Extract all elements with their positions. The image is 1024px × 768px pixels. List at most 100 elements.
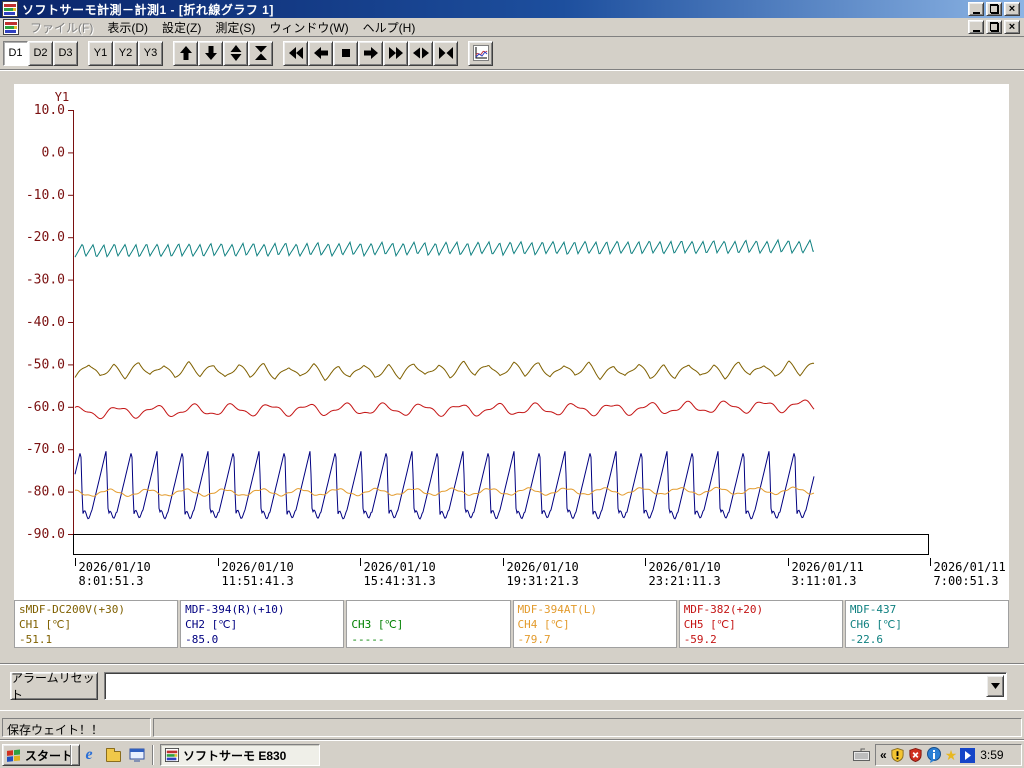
rewind-icon: [288, 47, 303, 59]
step-right-button[interactable]: [358, 40, 383, 66]
channel-value: -----: [351, 633, 385, 646]
start-label: スタート: [25, 748, 74, 763]
svg-text:15:41:31.3: 15:41:31.3: [364, 574, 436, 588]
clock: 3:59: [980, 748, 1004, 762]
compress-horizontal-icon: [438, 47, 453, 59]
status-message: 保存ウェイト！！: [2, 718, 151, 737]
svg-text:11:51:41.3: 11:51:41.3: [222, 574, 294, 588]
svg-text:2026/01/11: 2026/01/11: [792, 560, 864, 574]
child-close-button[interactable]: ×: [1004, 20, 1020, 34]
menu-bar: ファイル(F) 表示(D) 設定(Z) 測定(S) ウィンドウ(W) ヘルプ(H…: [0, 18, 1024, 37]
fast-forward-button[interactable]: [383, 40, 408, 66]
menu-window[interactable]: ウィンドウ(W): [262, 17, 355, 38]
minimize-button[interactable]: [968, 2, 984, 16]
expand-vertical-button[interactable]: [223, 40, 248, 66]
svg-text:2026/01/10: 2026/01/10: [79, 560, 151, 574]
svg-text:-30.0: -30.0: [26, 273, 65, 288]
internet-explorer-icon[interactable]: e: [80, 746, 98, 764]
svg-text:7:00:51.3: 7:00:51.3: [934, 574, 999, 588]
svg-text:0.0: 0.0: [42, 145, 65, 160]
chevron-down-icon: [990, 683, 1000, 689]
arrow-right-icon: [363, 47, 378, 59]
app-icon: [2, 1, 18, 17]
channel-name: sMDF-DC200V(+30): [19, 603, 125, 616]
legend-cell-ch6: MDF-437 CH6 [℃] -22.6: [844, 600, 1010, 648]
close-button[interactable]: ×: [1004, 2, 1020, 16]
d3-button[interactable]: D3: [53, 40, 78, 66]
desktop-window-icon: [129, 748, 145, 762]
channel-name: MDF-437: [849, 603, 897, 616]
rewind-button[interactable]: [283, 40, 308, 66]
svg-text:Y1: Y1: [55, 90, 69, 104]
alarm-reset-button[interactable]: アラームリセット: [10, 671, 98, 702]
menu-measure[interactable]: 測定(S): [208, 17, 262, 38]
start-button[interactable]: スタート: [2, 744, 81, 766]
d1-button[interactable]: D1: [3, 40, 28, 66]
y2-button[interactable]: Y2: [113, 40, 138, 66]
document-icon[interactable]: [3, 19, 19, 35]
svg-text:-60.0: -60.0: [26, 400, 65, 415]
play-tray-icon[interactable]: [960, 747, 976, 763]
desktop: ソフトサーモ計測－計測1 - [折れ線グラフ 1] × ファイル(F) 表示(D…: [0, 0, 1024, 768]
svg-text:2026/01/10: 2026/01/10: [649, 560, 721, 574]
star-tray-icon[interactable]: ★: [945, 748, 958, 762]
minimize-icon: [972, 11, 980, 14]
line-chart: Y110.0 0.0 -10.0 -20.0 -30.0 -40.0 -50.0 -60.0 -…: [26, 90, 1006, 588]
svg-text:2026/01/10: 2026/01/10: [507, 560, 579, 574]
y1-button[interactable]: Y1: [88, 40, 113, 66]
title-bar: ソフトサーモ計測－計測1 - [折れ線グラフ 1] ×: [0, 0, 1024, 18]
svg-text:-80.0: -80.0: [26, 485, 65, 500]
close-icon: ×: [1008, 20, 1016, 33]
restore-button[interactable]: [986, 2, 1002, 16]
status-panel-secondary: [153, 718, 1022, 737]
channel-value: -85.0: [185, 633, 219, 646]
menu-settings[interactable]: 設定(Z): [155, 17, 208, 38]
legend-cell-ch3: CH3 [℃] -----: [346, 600, 511, 648]
folder-icon[interactable]: [104, 746, 122, 764]
svg-text:19:31:21.3: 19:31:21.3: [507, 574, 579, 588]
alarm-combobox[interactable]: [104, 672, 1007, 700]
combo-dropdown-button[interactable]: [986, 675, 1004, 697]
restore-icon: [989, 22, 999, 32]
expand-horizontal-button[interactable]: [408, 40, 433, 66]
task-button-label: ソフトサーモ E830: [183, 748, 287, 763]
channel-label: CH1 [℃]: [19, 618, 72, 631]
menu-file[interactable]: ファイル(F): [23, 17, 100, 38]
tray-overflow-chevron[interactable]: «: [880, 748, 887, 762]
d2-button[interactable]: D2: [28, 40, 53, 66]
expand-vertical-icon: [230, 45, 241, 61]
alarm-row: アラームリセット: [0, 668, 1024, 706]
info-balloon-icon[interactable]: [926, 747, 942, 763]
arrow-down-icon: [204, 46, 217, 60]
child-minimize-button[interactable]: [968, 20, 984, 34]
legend-cell-ch2: MDF-394(R)(+10) CH2 [℃] -85.0: [180, 600, 345, 648]
channel-name: [351, 602, 505, 617]
scroll-up-button[interactable]: [173, 40, 198, 66]
arrow-left-icon: [313, 47, 328, 59]
menu-help[interactable]: ヘルプ(H): [356, 17, 423, 38]
system-tray: « ★ 3:59: [875, 744, 1022, 766]
menu-view[interactable]: 表示(D): [100, 17, 155, 38]
show-desktop-icon[interactable]: [128, 746, 146, 764]
graph-view-button[interactable]: [468, 40, 493, 66]
channel-value: -79.7: [517, 633, 551, 646]
compress-vertical-button[interactable]: [248, 40, 273, 66]
arrow-up-icon: [179, 46, 192, 60]
security-alert-shield-icon[interactable]: [908, 747, 923, 763]
line-graph-icon: [472, 45, 489, 61]
scroll-down-button[interactable]: [198, 40, 223, 66]
y3-button[interactable]: Y3: [138, 40, 163, 66]
minimize-icon: [972, 29, 980, 32]
child-restore-button[interactable]: [986, 20, 1002, 34]
channel-name: MDF-382(+20): [683, 603, 764, 616]
keyboard-icon[interactable]: [853, 748, 870, 761]
stop-button[interactable]: [333, 40, 358, 66]
task-button-softthermo[interactable]: ソフトサーモ E830: [160, 744, 320, 766]
svg-text:-20.0: -20.0: [26, 230, 65, 245]
expand-horizontal-icon: [412, 47, 429, 59]
compress-horizontal-button[interactable]: [433, 40, 458, 66]
svg-text:-10.0: -10.0: [26, 188, 65, 203]
divider: [0, 663, 1024, 665]
step-left-button[interactable]: [308, 40, 333, 66]
security-warning-shield-icon[interactable]: [890, 747, 905, 763]
